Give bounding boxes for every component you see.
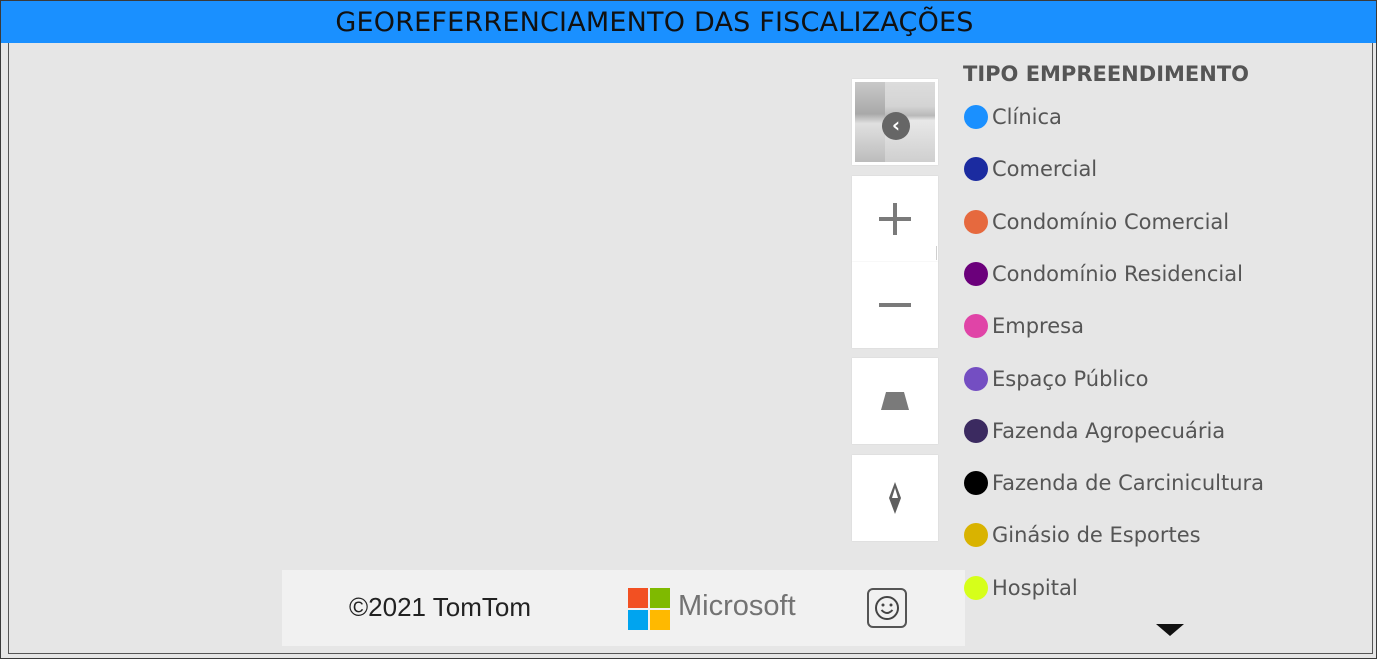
compass-button[interactable] [852,455,938,541]
legend-item-label: Condomínio Residencial [992,262,1243,286]
legend-dot-icon [964,157,988,181]
legend-item-label: Espaço Público [992,367,1149,391]
legend-item-label: Condomínio Comercial [992,210,1230,234]
legend-dot-icon [964,314,988,338]
legend-dot-icon [964,419,988,443]
triangle-down-icon[interactable] [1156,624,1184,636]
pitch-button[interactable] [852,358,938,444]
legend-item[interactable]: Espaço Público [964,364,1148,394]
legend-item-label: Ginásio de Esportes [992,523,1201,547]
smiley-icon [875,596,899,620]
legend-item[interactable]: Hospital [964,573,1078,603]
legend-dot-icon [964,262,988,286]
legend-item[interactable]: Fazenda Agropecuária [964,416,1225,446]
legend-dot-icon [964,105,988,129]
compass-icon [889,482,901,514]
map-attribution-bar: ©2021 TomTom Microsoft [282,570,965,646]
legend-dot-icon [964,210,988,234]
legend-title: TIPO EMPREENDIMENTO [963,62,1250,86]
legend-item[interactable]: Comercial [964,154,1097,184]
map-legend: TIPO EMPREENDIMENTO [963,59,1333,89]
chevron-left-icon: ‹ [882,112,910,140]
feedback-button[interactable] [867,588,907,628]
microsoft-logo-icon [628,588,670,630]
zoom-in-button[interactable] [852,176,938,262]
legend-dot-icon [964,576,988,600]
plus-icon [879,203,911,235]
legend-item-label: Empresa [992,314,1084,338]
legend-item-label: Clínica [992,105,1062,129]
legend-item[interactable]: Fazenda de Carcinicultura [964,468,1264,498]
legend-item-label: Fazenda Agropecuária [992,419,1226,443]
legend-item-label: Fazenda de Carcinicultura [992,471,1265,495]
map-canvas[interactable] [8,43,1373,654]
map-style-thumbnail: ‹ [855,82,935,162]
copyright-text[interactable]: ©2021 TomTom [349,592,531,623]
minus-icon [879,303,911,307]
page-title: GEOREFERRENCIAMENTO DAS FISCALIZAÇÕES [1,1,1376,43]
legend-item[interactable]: Empresa [964,311,1084,341]
report-visual: GEOREFERRENCIAMENTO DAS FISCALIZAÇÕES ‹ [0,0,1377,659]
microsoft-wordmark: Microsoft [678,590,796,622]
map-style-picker-button[interactable]: ‹ [852,79,938,165]
zoom-out-button[interactable] [852,262,938,348]
legend-item-label: Hospital [992,576,1078,600]
zoom-divider [936,246,937,260]
legend-item-label: Comercial [992,157,1098,181]
legend-dot-icon [964,523,988,547]
legend-item[interactable]: Ginásio de Esportes [964,520,1201,550]
legend-item[interactable]: Clínica [964,102,1062,132]
legend-item[interactable]: Condomínio Residencial [964,259,1243,289]
pitch-trapezoid-icon [881,392,909,410]
legend-item[interactable]: Condomínio Comercial [964,207,1229,237]
legend-dot-icon [964,367,988,391]
legend-dot-icon [964,471,988,495]
